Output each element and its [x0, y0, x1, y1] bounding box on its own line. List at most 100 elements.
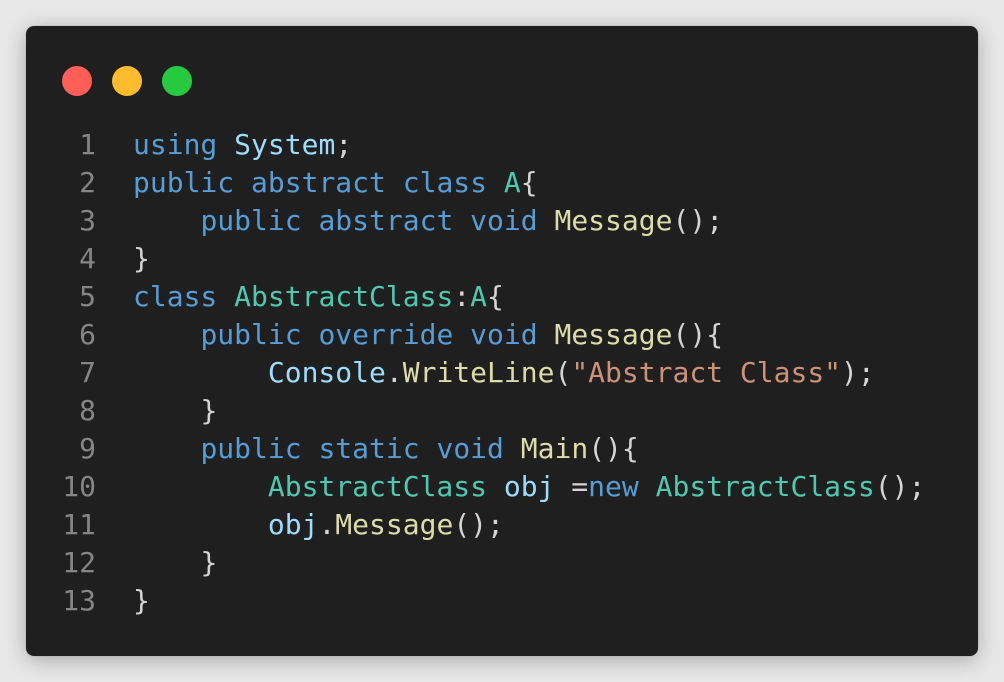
- code-token-plain: }: [133, 584, 150, 617]
- line-number: 3: [79, 204, 96, 237]
- code-token-plain: }: [133, 242, 150, 275]
- line-number: 1: [79, 128, 96, 161]
- maximize-dot-icon[interactable]: [162, 66, 192, 96]
- code-text: }: [133, 582, 150, 620]
- code-token-plain: (){: [672, 318, 724, 351]
- code-text: }: [133, 544, 217, 582]
- code-token-function: Message: [554, 204, 673, 237]
- code-token-plain: (){: [588, 432, 639, 465]
- code-line: 2 public abstract class A{: [26, 164, 925, 202]
- code-text: public static void Main(){: [133, 430, 639, 468]
- code-token-keyword: void: [470, 318, 538, 351]
- code-token-keyword: class: [133, 280, 218, 313]
- code-line: 5 class AbstractClass:A{: [26, 278, 925, 316]
- code-text: public override void Message(){: [133, 316, 723, 354]
- code-token-plain: }: [200, 394, 218, 427]
- line-number: 8: [79, 394, 96, 427]
- code-token-type: A: [470, 280, 488, 313]
- code-text: }: [133, 392, 217, 430]
- code-line: 7 Console.WriteLine("Abstract Class");: [26, 354, 925, 392]
- code-token-plain: .: [318, 508, 336, 541]
- line-number: 10: [62, 470, 96, 503]
- line-number: 7: [79, 356, 96, 389]
- code-token-plain: =: [554, 470, 589, 503]
- code-line: 6 public override void Message(){: [26, 316, 925, 354]
- code-token-keyword: void: [470, 204, 538, 237]
- code-token-keyword: void: [436, 432, 504, 465]
- line-number: 6: [79, 318, 96, 351]
- code-token-type: AbstractClass: [267, 470, 488, 503]
- code-line: 1 using System;: [26, 126, 925, 164]
- code-token-plain: {: [487, 280, 504, 313]
- code-token-string: "Abstract Class": [571, 356, 842, 389]
- line-number: 4: [79, 242, 96, 275]
- code-token-plain: );: [841, 356, 875, 389]
- code-block: 1 using System; 2 public abstract class A{3…: [26, 126, 925, 620]
- code-line: 10 AbstractClass obj =new AbstractClass(…: [26, 468, 925, 506]
- code-token-keyword: public: [200, 432, 302, 465]
- code-token-keyword: using: [133, 128, 218, 161]
- line-number: 13: [62, 584, 96, 617]
- code-token-plain: ;: [335, 128, 353, 161]
- line-number: 12: [62, 546, 96, 579]
- code-token-type: A: [503, 166, 521, 199]
- code-line: 8 }: [26, 392, 925, 430]
- line-number: 11: [62, 508, 96, 541]
- code-text: public abstract class A{: [133, 164, 538, 202]
- minimize-dot-icon[interactable]: [112, 66, 142, 96]
- code-token-plain: .: [385, 356, 403, 389]
- code-token-function: Message: [554, 318, 673, 351]
- code-token-variable: Console: [267, 356, 386, 389]
- code-token-keyword: abstract: [251, 166, 386, 199]
- line-number: 5: [79, 280, 96, 313]
- code-window: 1 using System; 2 public abstract class A{3…: [26, 26, 978, 656]
- code-token-plain: :: [453, 280, 471, 313]
- code-token-plain: }: [200, 546, 218, 579]
- code-token-type: AbstractClass: [234, 280, 454, 313]
- code-line: 3 public abstract void Message();: [26, 202, 925, 240]
- line-number: 9: [79, 432, 96, 465]
- code-line: 12 }: [26, 544, 925, 582]
- code-token-keyword: public: [200, 318, 302, 351]
- code-token-variable: System: [234, 128, 336, 161]
- code-token-keyword: abstract: [318, 204, 454, 237]
- code-token-plain: (: [554, 356, 572, 389]
- code-token-keyword: new: [588, 470, 639, 503]
- line-number: 2: [79, 166, 96, 199]
- close-dot-icon[interactable]: [62, 66, 92, 96]
- code-token-keyword: static: [318, 432, 420, 465]
- code-token-plain: ();: [874, 470, 926, 503]
- code-text: using System;: [133, 126, 352, 164]
- code-token-plain: ();: [672, 204, 724, 237]
- code-token-keyword: public: [200, 204, 302, 237]
- code-token-keyword: class: [402, 166, 488, 199]
- code-text: class AbstractClass:A{: [133, 278, 504, 316]
- code-line: 9 public static void Main(){: [26, 430, 925, 468]
- code-text: AbstractClass obj =new AbstractClass();: [133, 468, 925, 506]
- code-token-plain: {: [520, 166, 538, 199]
- code-text: }: [133, 240, 150, 278]
- code-token-keyword: override: [318, 318, 454, 351]
- code-token-variable: obj: [267, 508, 319, 541]
- code-token-function: Main: [520, 432, 589, 465]
